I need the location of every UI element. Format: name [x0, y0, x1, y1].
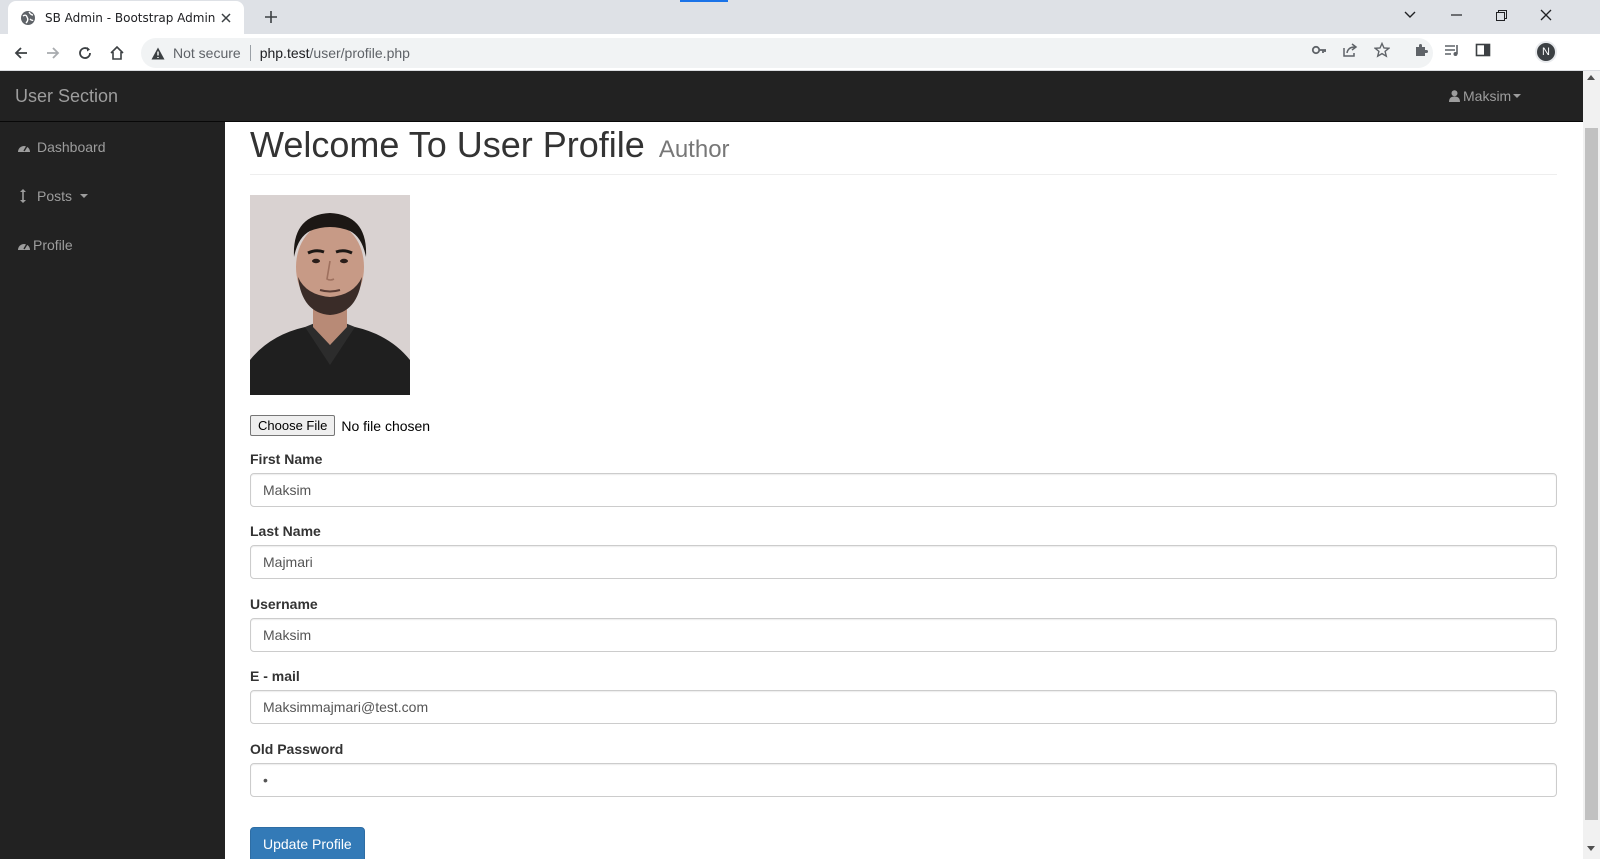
user-icon: [1449, 90, 1460, 102]
page-title-text: Welcome To User Profile: [250, 124, 645, 165]
top-navbar: User Section Maksim: [0, 71, 1583, 122]
page-scrollbar[interactable]: [1583, 71, 1600, 859]
dashboard-icon: [17, 142, 31, 153]
sidebar: Dashboard Posts Profile: [0, 122, 225, 859]
old-password-label: Old Password: [250, 741, 344, 757]
back-arrow-icon[interactable]: [8, 40, 34, 66]
browser-tabstrip: SB Admin - Bootstrap Admin Ten: [0, 0, 1600, 34]
scroll-up-arrow-icon[interactable]: [1587, 75, 1595, 80]
username-label: Username: [250, 596, 318, 612]
media-queue-icon[interactable]: [1443, 41, 1461, 59]
address-bar[interactable]: Not secure php.test/user/profile.php: [141, 38, 1433, 68]
side-panel-icon[interactable]: [1474, 41, 1492, 59]
update-profile-button[interactable]: Update Profile: [250, 827, 365, 859]
reload-icon[interactable]: [72, 40, 98, 66]
first-name-label: First Name: [250, 451, 323, 467]
scroll-down-arrow-icon[interactable]: [1587, 846, 1595, 851]
tab-search-chevron-icon[interactable]: [1390, 0, 1430, 30]
tab-loading-indicator: [680, 0, 728, 2]
sidebar-item-profile[interactable]: Profile: [0, 220, 225, 270]
globe-icon: [20, 10, 36, 26]
old-password-field[interactable]: [250, 763, 1557, 797]
share-icon[interactable]: [1341, 41, 1359, 59]
email-label: E - mail: [250, 668, 300, 684]
close-window-icon[interactable]: [1526, 0, 1566, 30]
url-host: php.test: [259, 45, 310, 61]
last-name-field[interactable]: [250, 545, 1557, 579]
tab-title: SB Admin - Bootstrap Admin Ten: [45, 10, 218, 25]
home-icon[interactable]: [104, 40, 130, 66]
page-header: Welcome To User Profile Author: [250, 122, 1557, 175]
sidebar-item-dashboard[interactable]: Dashboard: [0, 122, 225, 172]
navbar-brand[interactable]: User Section: [15, 86, 118, 107]
forward-arrow-icon[interactable]: [40, 40, 66, 66]
sidebar-item-label: Posts: [37, 188, 73, 204]
page-subtitle: Author: [658, 136, 730, 163]
last-name-label: Last Name: [250, 523, 321, 539]
sidebar-item-label: Profile: [33, 237, 73, 253]
user-dropdown[interactable]: Maksim: [1449, 88, 1522, 104]
security-label[interactable]: Not secure: [173, 45, 241, 61]
username-field[interactable]: [250, 618, 1557, 652]
sidebar-item-posts[interactable]: Posts: [0, 171, 225, 221]
arrows-v-icon: [20, 189, 26, 203]
sidebar-item-label: Dashboard: [37, 139, 106, 155]
dashboard-icon: [17, 240, 31, 251]
first-name-field[interactable]: [250, 473, 1557, 507]
warning-triangle-icon[interactable]: [151, 47, 165, 60]
file-upload[interactable]: Choose File No file chosen: [250, 415, 430, 436]
key-icon[interactable]: [1310, 41, 1328, 59]
profile-photo: [250, 195, 410, 395]
extensions-puzzle-icon[interactable]: [1412, 41, 1430, 59]
profile-avatar[interactable]: N: [1535, 41, 1557, 63]
bookmark-star-icon[interactable]: [1373, 41, 1391, 59]
choose-file-button[interactable]: Choose File: [250, 415, 336, 436]
close-tab-icon[interactable]: [218, 10, 234, 26]
user-name: Maksim: [1463, 88, 1512, 104]
main-content: Welcome To User Profile Author Choose Fi…: [225, 122, 1583, 859]
file-status: No file chosen: [341, 417, 431, 434]
page-title: Welcome To User Profile Author: [250, 124, 730, 166]
minimize-icon[interactable]: [1436, 0, 1476, 30]
browser-tab[interactable]: SB Admin - Bootstrap Admin Ten: [8, 1, 244, 34]
restore-icon[interactable]: [1481, 0, 1521, 30]
browser-toolbar: Not secure php.test/user/profile.php: [0, 34, 1600, 71]
url-text[interactable]: php.test/user/profile.php: [260, 45, 410, 61]
omnibox-separator: [249, 45, 251, 61]
new-tab-plus-icon[interactable]: [260, 6, 282, 28]
caret-down-icon: [1513, 94, 1522, 98]
email-field[interactable]: [250, 690, 1557, 724]
caret-down-icon: [80, 194, 89, 198]
url-path: /user/profile.php: [309, 45, 410, 61]
scroll-thumb[interactable]: [1585, 128, 1598, 820]
